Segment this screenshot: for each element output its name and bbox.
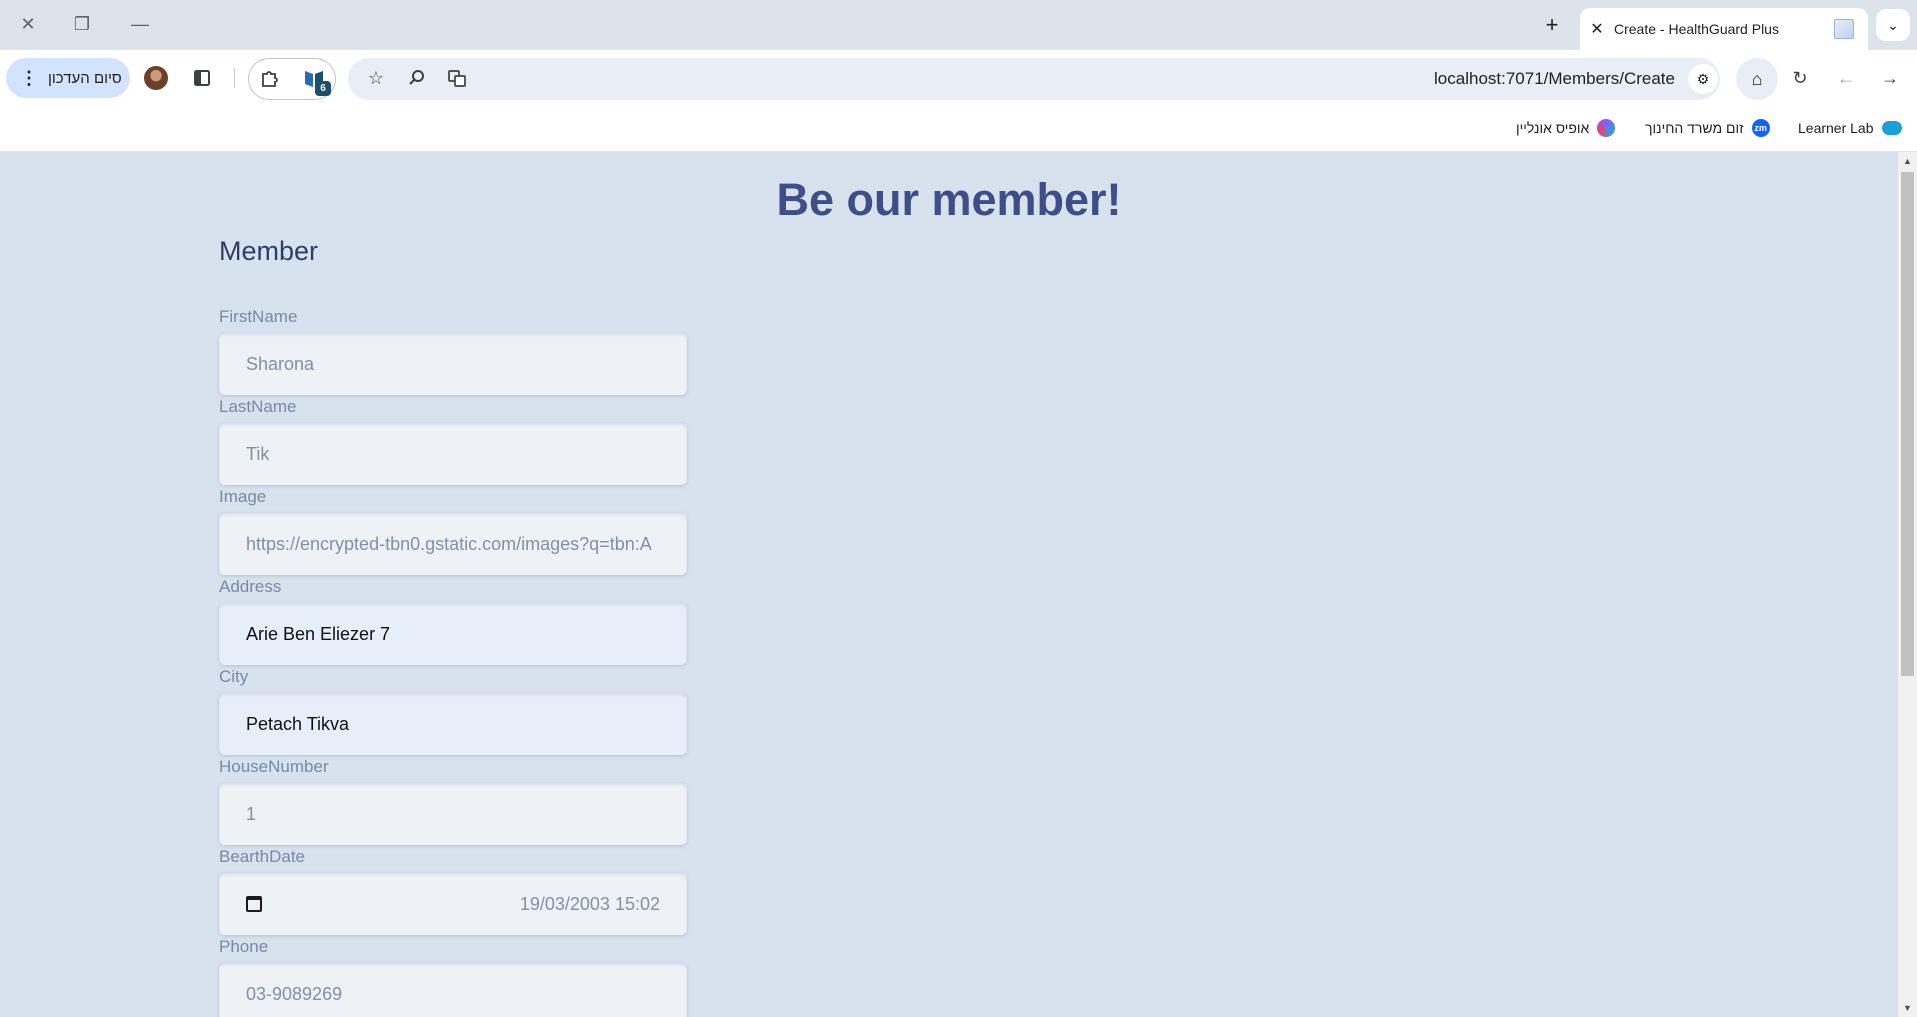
- office-icon: [1597, 119, 1616, 137]
- city-input[interactable]: Petach Tikva: [219, 693, 687, 755]
- update-button[interactable]: ⋮ סיום העדכון: [6, 58, 130, 98]
- firstname-input[interactable]: Sharona: [219, 333, 687, 395]
- bearthdate-value: 19/03/2003 15:02: [519, 893, 660, 914]
- back-arrow-icon[interactable]: ←: [1830, 62, 1862, 94]
- housenumber-value: 1: [246, 803, 257, 824]
- image-input[interactable]: https://encrypted-tbn0.gstatic.com/image…: [219, 513, 687, 575]
- bookmarks-bar: [0, 106, 1917, 152]
- image-value: https://encrypted-tbn0.gstatic.com/image…: [246, 533, 652, 554]
- more-vertical-icon: ⋮: [20, 68, 38, 88]
- side-panel-icon[interactable]: [186, 62, 218, 94]
- address-input[interactable]: Arie Ben Eliezer 7: [219, 603, 687, 665]
- field-label-phone: Phone: [219, 937, 269, 956]
- new-tab-button[interactable]: +: [1534, 10, 1570, 40]
- update-button-label: סיום העדכון: [48, 69, 122, 87]
- field-label-bearthdate: BearthDate: [219, 847, 305, 866]
- field-label-housenumber: HouseNumber: [219, 757, 329, 776]
- tab-search-button[interactable]: ⌄: [1876, 9, 1910, 41]
- page-scrollbar[interactable]: ▲ ▼: [1898, 152, 1917, 1017]
- bookmark-office[interactable]: אופיס אונליין: [1516, 116, 1616, 140]
- extensions-puzzle-icon[interactable]: [254, 62, 286, 94]
- minimize-window-icon[interactable]: —: [112, 0, 168, 48]
- tab-active[interactable]: ✕ Create - HealthGuard Plus: [1580, 8, 1868, 50]
- forward-arrow-icon[interactable]: →: [1874, 62, 1906, 94]
- field-label-image: Image: [219, 487, 267, 506]
- phone-value: 03-9089269: [246, 983, 343, 1004]
- lastname-input[interactable]: Tik: [219, 423, 687, 485]
- cloud-icon: [1881, 121, 1902, 135]
- scroll-up-arrow-icon[interactable]: ▲: [1898, 154, 1917, 168]
- scroll-thumb[interactable]: [1901, 172, 1914, 676]
- site-info-icon[interactable]: ⚙: [1688, 64, 1718, 94]
- tab-strip: ✕ ❐ — + ✕ Create - HealthGuard Plus ⌄: [0, 0, 1917, 50]
- bookmark-label: אופיס אונליין: [1516, 120, 1590, 136]
- city-value: Petach Tikva: [246, 713, 350, 734]
- avatar[interactable]: [144, 66, 168, 90]
- firstname-value: Sharona: [246, 353, 315, 374]
- toolbar-divider: [234, 68, 235, 88]
- phone-input[interactable]: 03-9089269: [219, 963, 687, 1017]
- restore-window-icon[interactable]: ❐: [54, 0, 110, 48]
- page-content: Be our member! Member FirstName Sharona …: [0, 152, 1898, 1017]
- page-title: Be our member!: [776, 174, 1122, 225]
- tab-title: Create - HealthGuard Plus: [1614, 21, 1779, 37]
- zoom-icon[interactable]: [401, 62, 433, 94]
- bookmark-label: Learner Lab: [1798, 120, 1874, 136]
- chevron-down-icon: ⌄: [1887, 16, 1899, 33]
- field-label-firstname: FirstName: [219, 307, 298, 326]
- extension-badge: 6: [315, 81, 331, 96]
- housenumber-input[interactable]: 1: [219, 783, 687, 845]
- field-label-lastname: LastName: [219, 397, 297, 416]
- reload-icon[interactable]: ↻: [1784, 62, 1816, 94]
- bearthdate-input[interactable]: 19/03/2003 15:02: [219, 873, 687, 935]
- bookmark-zoom[interactable]: זום משרד החינוך zm: [1645, 116, 1770, 140]
- field-label-address: Address: [219, 577, 282, 596]
- lastname-value: Tik: [246, 443, 270, 464]
- calendar-icon[interactable]: [246, 896, 262, 912]
- url-text[interactable]: localhost:7071/Members/Create: [1434, 69, 1675, 89]
- translate-icon[interactable]: [441, 62, 473, 94]
- address-value: Arie Ben Eliezer 7: [246, 623, 391, 644]
- bookmark-learner-lab[interactable]: Learner Lab: [1798, 116, 1902, 140]
- bookmark-label: זום משרד החינוך: [1645, 120, 1744, 136]
- tab-close-icon[interactable]: ✕: [1580, 19, 1614, 39]
- star-icon[interactable]: ☆: [360, 62, 392, 94]
- field-label-city: City: [219, 667, 249, 686]
- home-icon[interactable]: ⌂: [1736, 58, 1778, 100]
- tab-favicon-icon: [1834, 19, 1854, 39]
- close-window-icon[interactable]: ✕: [0, 0, 56, 48]
- scroll-down-arrow-icon[interactable]: ▼: [1898, 1001, 1917, 1015]
- section-title: Member: [219, 236, 319, 266]
- zm-icon: zm: [1751, 119, 1770, 137]
